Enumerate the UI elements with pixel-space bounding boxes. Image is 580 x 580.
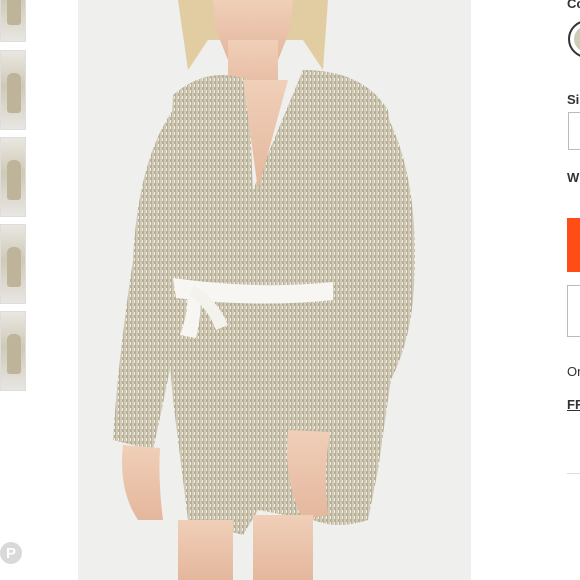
size-select[interactable] bbox=[568, 112, 580, 150]
left-leg-shape bbox=[178, 520, 233, 580]
wishlist-button[interactable] bbox=[567, 285, 580, 337]
section-divider bbox=[567, 473, 580, 474]
color-label: Co bbox=[567, 0, 580, 11]
size-label: Si bbox=[567, 92, 580, 107]
color-swatch-icon[interactable] bbox=[568, 20, 580, 58]
thumbnail-1[interactable] bbox=[0, 0, 26, 42]
product-main-image bbox=[78, 0, 471, 580]
thumbnail-2[interactable] bbox=[0, 50, 26, 130]
product-photo-illustration bbox=[113, 0, 415, 580]
thumbnail-strip bbox=[0, 0, 28, 580]
free-shipping-link[interactable]: FR bbox=[567, 397, 580, 412]
thumbnail-5[interactable] bbox=[0, 311, 26, 391]
waitlist-text: W bbox=[567, 170, 580, 185]
product-options-panel: Co Si W Or FR bbox=[560, 0, 580, 580]
thumbnail-3[interactable] bbox=[0, 137, 26, 217]
order-text: Or bbox=[567, 364, 580, 379]
right-leg-shape bbox=[253, 515, 313, 580]
pinterest-glyph: P bbox=[5, 544, 16, 562]
left-hand-shape bbox=[122, 445, 163, 520]
thumbnail-4[interactable] bbox=[0, 224, 26, 304]
pinterest-icon[interactable]: P bbox=[0, 542, 22, 564]
add-to-bag-button[interactable] bbox=[567, 218, 580, 272]
